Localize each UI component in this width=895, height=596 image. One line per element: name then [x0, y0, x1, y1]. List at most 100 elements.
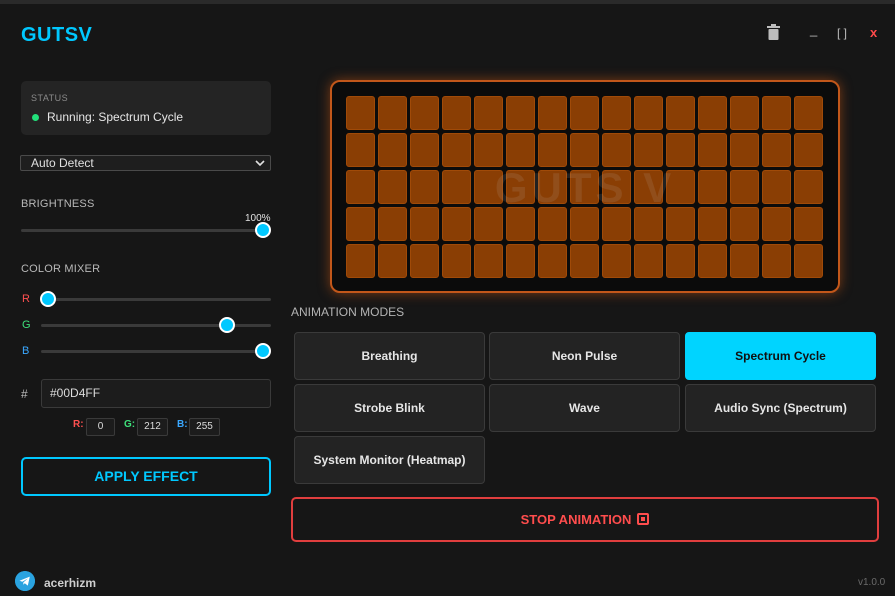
keyboard-key	[730, 244, 759, 278]
stop-animation-label: STOP ANIMATION	[520, 512, 632, 527]
trash-icon[interactable]	[766, 24, 781, 40]
keyboard-key	[634, 96, 663, 130]
keyboard-key	[730, 207, 759, 241]
green-slider[interactable]	[41, 324, 271, 327]
status-card: STATUS Running: Spectrum Cycle	[21, 81, 271, 135]
device-select[interactable]: Auto Detect	[20, 155, 271, 171]
keyboard-key	[474, 244, 503, 278]
keyboard-key	[378, 170, 407, 204]
green-slider-knob[interactable]	[219, 317, 235, 333]
stop-icon	[637, 513, 650, 525]
keyboard-key	[794, 170, 823, 204]
keyboard-key	[730, 170, 759, 204]
keyboard-key	[762, 96, 791, 130]
b-readout-value[interactable]: 255	[189, 418, 220, 436]
keyboard-key	[602, 207, 631, 241]
brightness-slider[interactable]	[21, 229, 271, 232]
mode-wave-button[interactable]: Wave	[489, 384, 680, 432]
color-mixer-label: COLOR MIXER	[21, 263, 101, 275]
keyboard-key	[666, 244, 695, 278]
keyboard-key	[410, 133, 439, 167]
mode-neon-pulse-button[interactable]: Neon Pulse	[489, 332, 680, 380]
keyboard-key	[666, 170, 695, 204]
keyboard-key	[346, 170, 375, 204]
mode-audio-sync-button[interactable]: Audio Sync (Spectrum)	[685, 384, 876, 432]
keyboard-key	[346, 96, 375, 130]
keyboard-key	[698, 170, 727, 204]
keyboard-key	[474, 207, 503, 241]
keyboard-key	[346, 133, 375, 167]
keyboard-key	[506, 207, 535, 241]
keyboard-key	[602, 244, 631, 278]
keyboard-key	[346, 207, 375, 241]
keyboard-key	[794, 207, 823, 241]
status-label: STATUS	[31, 93, 69, 103]
keyboard-key	[634, 133, 663, 167]
device-select-value: Auto Detect	[31, 156, 94, 170]
keyboard-key	[378, 133, 407, 167]
keyboard-key	[474, 96, 503, 130]
author-name[interactable]: acerhizm	[44, 576, 96, 590]
red-slider[interactable]	[41, 298, 271, 301]
mode-spectrum-cycle-button[interactable]: Spectrum Cycle	[685, 332, 876, 380]
keyboard-key	[378, 207, 407, 241]
apply-effect-button[interactable]: APPLY EFFECT	[21, 457, 271, 496]
app-logo: GUTSV	[21, 24, 93, 46]
r-readout-value[interactable]: 0	[86, 418, 115, 436]
hex-input[interactable]: #00D4FF	[41, 379, 271, 408]
keyboard-key	[730, 133, 759, 167]
brightness-slider-knob[interactable]	[255, 222, 271, 238]
keyboard-key	[506, 96, 535, 130]
mode-strobe-blink-button[interactable]: Strobe Blink	[294, 384, 485, 432]
keyboard-key	[570, 133, 599, 167]
keyboard-key	[794, 96, 823, 130]
keyboard-preview: GUTS V	[330, 80, 840, 293]
keyboard-key	[794, 244, 823, 278]
chevron-down-icon	[255, 160, 265, 167]
keyboard-key	[442, 244, 471, 278]
keyboard-key	[378, 96, 407, 130]
keyboard-key	[762, 170, 791, 204]
keyboard-key	[698, 96, 727, 130]
r-readout-label: R:	[73, 419, 84, 430]
maximize-button[interactable]: [ ]	[837, 26, 847, 40]
keyboard-key	[410, 96, 439, 130]
keyboard-key	[538, 133, 567, 167]
title-strip	[0, 0, 895, 4]
keyboard-key	[666, 96, 695, 130]
keyboard-key	[698, 207, 727, 241]
keyboard-key-grid	[346, 96, 823, 278]
keyboard-key	[794, 133, 823, 167]
keyboard-key	[634, 207, 663, 241]
g-readout-label: G:	[124, 419, 136, 430]
keyboard-key	[538, 244, 567, 278]
keyboard-key	[602, 170, 631, 204]
keyboard-key	[538, 96, 567, 130]
keyboard-key	[538, 170, 567, 204]
telegram-icon[interactable]	[15, 571, 35, 591]
keyboard-key	[602, 96, 631, 130]
keyboard-key	[474, 133, 503, 167]
keyboard-key	[730, 96, 759, 130]
red-slider-knob[interactable]	[40, 291, 56, 307]
blue-slider-knob[interactable]	[255, 343, 271, 359]
keyboard-key	[570, 244, 599, 278]
keyboard-key	[506, 244, 535, 278]
keyboard-key	[698, 133, 727, 167]
blue-channel-label: B	[22, 345, 30, 357]
status-dot-icon	[32, 114, 39, 121]
close-button[interactable]: x	[870, 25, 877, 40]
g-readout-value[interactable]: 212	[137, 418, 168, 436]
minimize-button[interactable]: _	[810, 22, 817, 37]
green-channel-label: G	[22, 319, 31, 331]
blue-slider[interactable]	[41, 350, 271, 353]
keyboard-key	[762, 133, 791, 167]
status-text: Running: Spectrum Cycle	[47, 110, 184, 124]
mode-breathing-button[interactable]: Breathing	[294, 332, 485, 380]
mode-system-monitor-button[interactable]: System Monitor (Heatmap)	[294, 436, 485, 484]
keyboard-key	[570, 96, 599, 130]
keyboard-key	[442, 96, 471, 130]
keyboard-key	[410, 170, 439, 204]
keyboard-key	[634, 170, 663, 204]
stop-animation-button[interactable]: STOP ANIMATION	[291, 497, 879, 542]
